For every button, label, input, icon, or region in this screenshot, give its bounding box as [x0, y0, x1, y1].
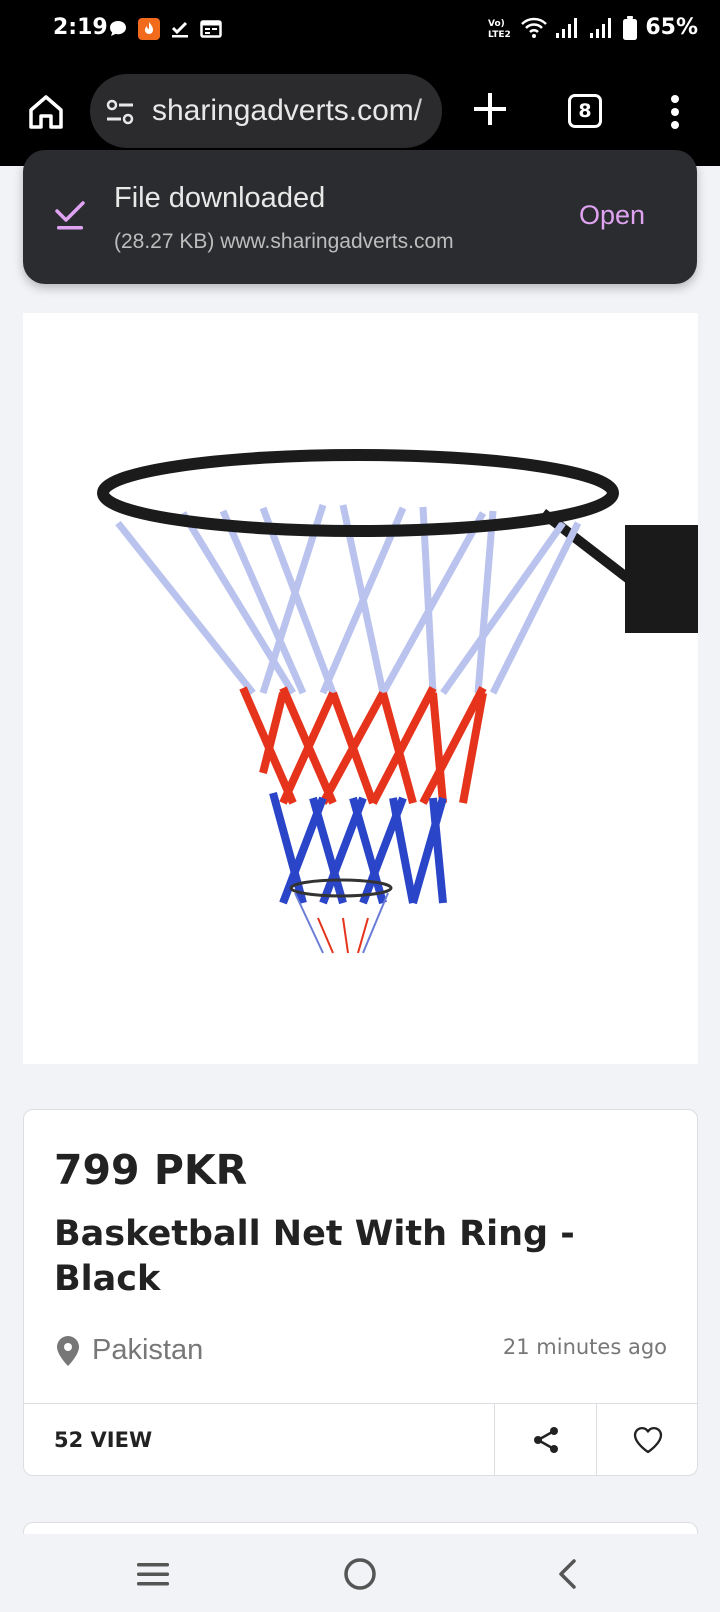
- heart-icon: [633, 1427, 662, 1454]
- open-download-button[interactable]: Open: [579, 200, 645, 231]
- listing-price: 799 PKR: [54, 1146, 248, 1194]
- site-settings-icon[interactable]: [104, 96, 136, 128]
- home-nav-button[interactable]: [338, 1552, 382, 1596]
- favorite-button[interactable]: [597, 1404, 698, 1476]
- recent-apps-button[interactable]: [131, 1552, 175, 1596]
- more-options-icon[interactable]: [660, 92, 690, 132]
- home-icon[interactable]: [26, 92, 66, 132]
- download-complete-toast: File downloaded (28.27 KB) www.sharingad…: [23, 150, 697, 284]
- listing-card: 799 PKR Basketball Net With Ring - Black…: [23, 1109, 698, 1476]
- view-count: 52 VIEW: [54, 1428, 153, 1452]
- system-navigation-bar: [0, 1534, 720, 1612]
- calendar-icon: [200, 20, 222, 38]
- battery-percent: 65%: [645, 15, 698, 40]
- battery-icon: [623, 15, 638, 40]
- recents-icon: [137, 1563, 169, 1586]
- svg-text:Vo): Vo): [488, 19, 505, 29]
- new-tab-icon[interactable]: [470, 89, 510, 129]
- download-done-icon: [55, 201, 85, 230]
- listing-posted-time: 21 minutes ago: [502, 1335, 667, 1359]
- signal-strength-2-icon: [590, 17, 612, 38]
- tab-switcher-button[interactable]: 8: [568, 94, 602, 128]
- back-chevron-icon: [559, 1559, 576, 1589]
- chat-bubble-icon: [110, 21, 126, 36]
- volte-icon: Vo)LTE2: [488, 19, 511, 40]
- task-check-icon: [171, 21, 188, 38]
- toast-title: File downloaded: [114, 182, 326, 214]
- share-button[interactable]: [495, 1404, 596, 1476]
- back-nav-button[interactable]: [545, 1552, 589, 1596]
- svg-text:LTE2: LTE2: [488, 30, 511, 40]
- toast-details: (28.27 KB) www.sharingadverts.com: [114, 230, 454, 253]
- app-notification-icon: [138, 18, 160, 40]
- listing-location: Pakistan: [92, 1334, 204, 1366]
- product-image[interactable]: [23, 313, 698, 1064]
- status-time: 2:19: [53, 15, 108, 40]
- status-bar: 2:19 Vo) LTE2 65%: [0, 0, 720, 62]
- signal-strength-icon: [556, 17, 578, 38]
- basketball-hoop-illustration: [97, 449, 698, 954]
- url-text[interactable]: sharingadverts.com/: [152, 94, 422, 128]
- share-icon: [533, 1427, 558, 1453]
- address-bar[interactable]: sharingadverts.com/: [90, 74, 442, 148]
- home-circle-icon: [344, 1558, 376, 1590]
- listing-title: Basketball Net With Ring - Black: [54, 1214, 575, 1299]
- location-pin-icon: [57, 1336, 79, 1366]
- wifi-icon: [521, 17, 548, 38]
